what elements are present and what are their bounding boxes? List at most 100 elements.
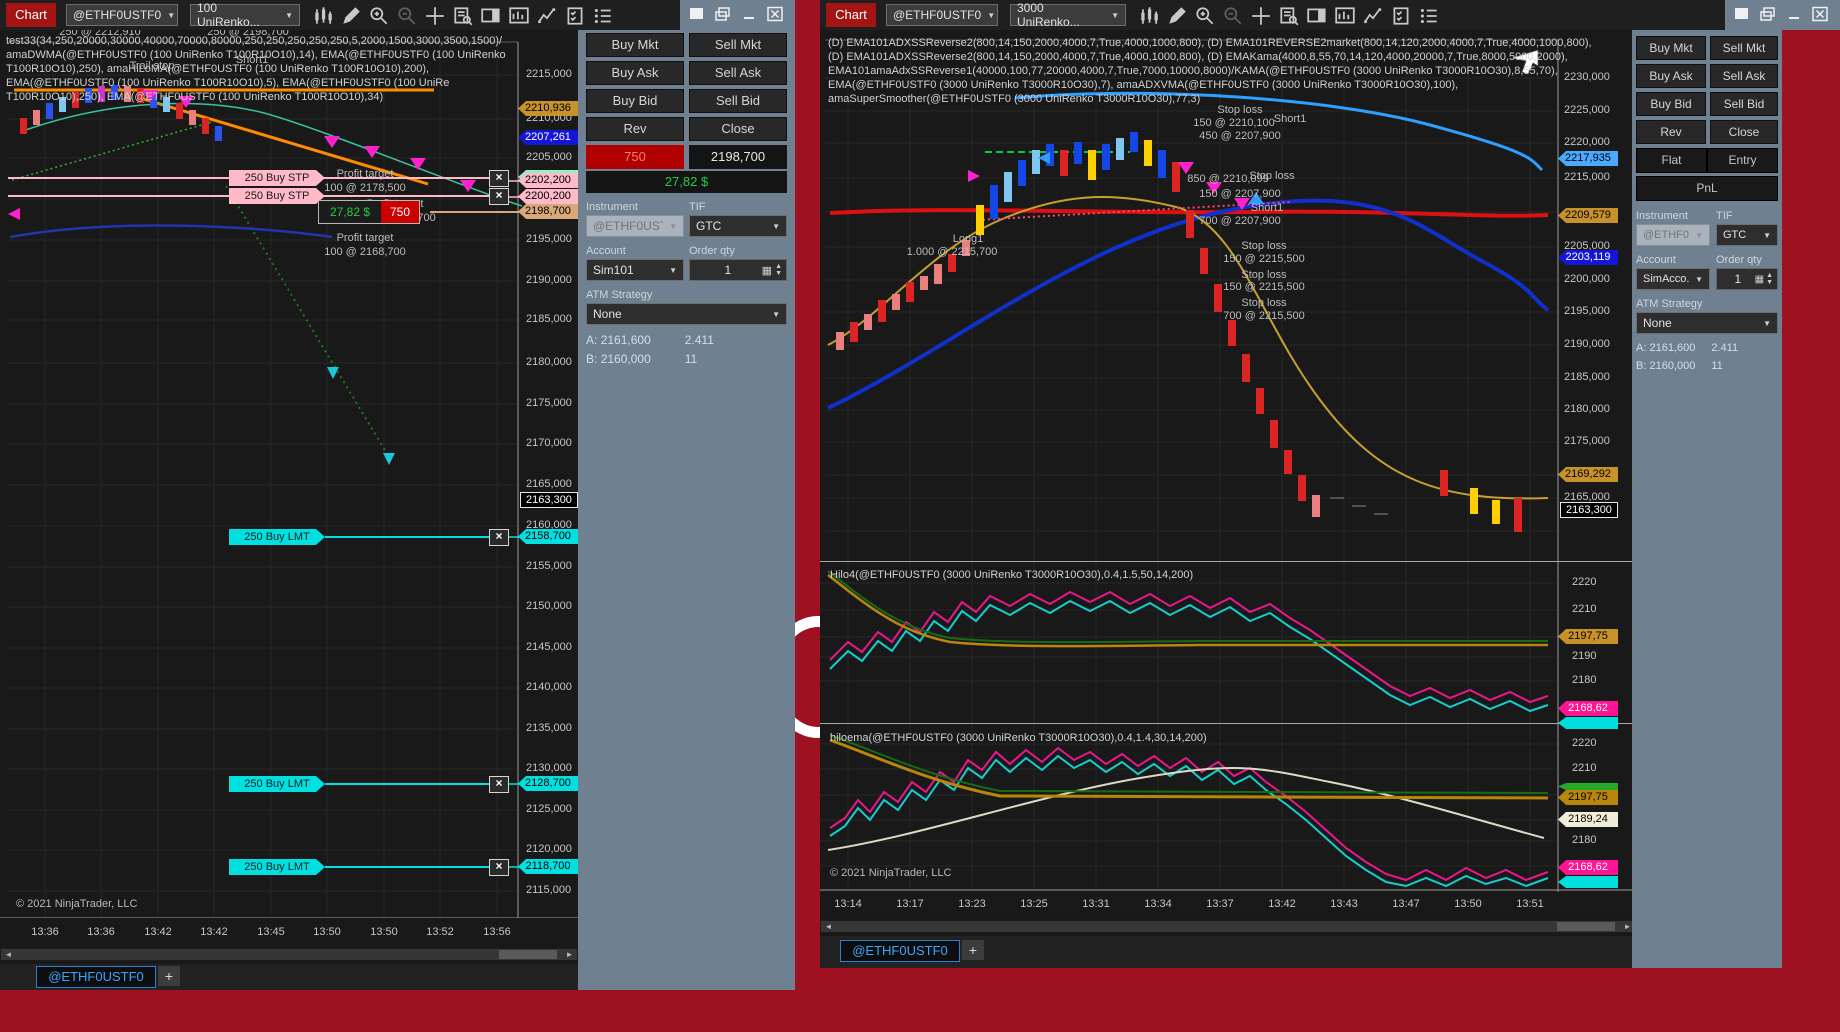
cancel-order-button[interactable]: × [489, 170, 509, 187]
sell-bid-button[interactable]: Sell Bid [1710, 92, 1778, 116]
right-chart-area[interactable]: (D) EMA101ADXSSReverse2(800,14,150,2000,… [820, 30, 1636, 892]
instrument-tab[interactable]: @ETHF0USTF0 [36, 966, 156, 988]
ask-row: A: 2161,600 2.411 [586, 333, 714, 347]
sell-ask-button[interactable]: Sell Ask [689, 61, 787, 85]
left-horizontal-scrollbar[interactable]: ◄ ► [0, 948, 578, 961]
instrument-tab[interactable]: @ETHF0USTF0 [840, 940, 960, 962]
qty-up-icon[interactable]: ▲ [1766, 272, 1773, 279]
tif-selector[interactable]: GTC ▼ [1716, 224, 1778, 246]
atm-strategy-selector[interactable]: None ▼ [1636, 312, 1778, 334]
entry-button[interactable]: Entry [1707, 148, 1778, 173]
buy-limit-order-label[interactable]: 250 Buy LMT [229, 776, 325, 792]
qty-down-icon[interactable]: ▼ [1766, 279, 1773, 286]
zoom-in-icon[interactable] [368, 5, 390, 25]
restore-icon[interactable] [1759, 6, 1777, 22]
left-period-select[interactable]: 100 UniRenko... ▼ [190, 1, 300, 29]
account-selector[interactable]: SimAcco... ▼ [1636, 268, 1710, 290]
chart-style-icon[interactable] [312, 5, 334, 25]
close-icon[interactable] [766, 6, 784, 22]
scrollbar-thumb[interactable] [1557, 922, 1615, 931]
order-qty-input[interactable]: 1 ▦ ▲ ▼ [1716, 268, 1778, 290]
indicators-icon[interactable] [1334, 5, 1356, 25]
flat-button[interactable]: Flat [1636, 148, 1707, 173]
price-tag-pink: 2200,200 [518, 189, 578, 204]
cancel-order-button[interactable]: × [489, 529, 509, 546]
panel-divider[interactable] [820, 561, 1636, 562]
left-instrument-select[interactable]: @ETHF0USTF0 ▼ [66, 4, 178, 26]
minimize-icon[interactable] [740, 6, 758, 22]
crosshair-icon[interactable] [1250, 5, 1272, 25]
minimize-icon[interactable] [1785, 6, 1803, 22]
properties-icon[interactable] [592, 5, 614, 25]
properties-icon[interactable] [1418, 5, 1440, 25]
left-window-title: Chart [6, 3, 56, 27]
pnl-button[interactable]: PnL [1636, 176, 1778, 201]
atm-strategy-selector[interactable]: None ▼ [586, 303, 787, 325]
reverse-button[interactable]: Rev [1636, 120, 1706, 144]
data-box-icon[interactable] [1278, 5, 1300, 26]
draw-tool-icon[interactable] [340, 5, 362, 25]
cancel-order-button[interactable]: × [489, 859, 509, 876]
qty-down-icon[interactable]: ▼ [775, 270, 782, 277]
zoom-in-icon[interactable] [1194, 5, 1216, 25]
buy-ask-button[interactable]: Buy Ask [586, 61, 684, 85]
calculator-icon[interactable]: ▦ [762, 264, 772, 277]
indicators-icon[interactable] [508, 5, 530, 25]
cancel-order-button[interactable]: × [489, 776, 509, 793]
scroll-left-icon[interactable]: ◄ [822, 921, 835, 932]
right-period-select[interactable]: 3000 UniRenko... ▼ [1010, 1, 1126, 29]
restore-icon[interactable] [714, 6, 732, 22]
reverse-button[interactable]: Rev [586, 117, 684, 141]
order-panel-icon[interactable] [480, 5, 502, 25]
buy-mkt-button[interactable]: Buy Mkt [1636, 36, 1706, 60]
add-tab-button[interactable]: + [962, 940, 984, 960]
buy-bid-button[interactable]: Buy Bid [586, 89, 684, 113]
buy-mkt-button[interactable]: Buy Mkt [586, 33, 684, 57]
zoom-out-icon[interactable] [1222, 5, 1244, 25]
left-chart-window: Chart @ETHF0USTF0 ▼ 100 UniRenko... ▼ te… [0, 0, 795, 990]
price-tag-cyan: 2158,700 [518, 529, 578, 544]
buy-stop-order-label[interactable]: 250 Buy STP [229, 188, 325, 204]
sell-ask-button[interactable]: Sell Ask [1710, 64, 1778, 88]
price-tick: 2210 [1572, 762, 1597, 774]
buy-ask-button[interactable]: Buy Ask [1636, 64, 1706, 88]
buy-limit-order-label[interactable]: 250 Buy LMT [229, 529, 325, 545]
buy-limit-order-label[interactable]: 250 Buy LMT [229, 859, 325, 875]
data-box-icon[interactable] [452, 5, 474, 26]
scroll-left-icon[interactable]: ◄ [2, 949, 15, 960]
panel-divider[interactable] [820, 723, 1636, 724]
crosshair-icon[interactable] [424, 5, 446, 25]
order-qty-input[interactable]: 1 ▦ ▲ ▼ [689, 259, 787, 281]
maximize-icon[interactable] [1733, 6, 1751, 22]
draw-tool-icon[interactable] [1166, 5, 1188, 25]
drawing-objects-icon[interactable] [1362, 5, 1384, 25]
strategy-analyzer-icon[interactable] [564, 5, 586, 25]
qty-up-icon[interactable]: ▲ [775, 263, 782, 270]
left-titlebar: Chart @ETHF0USTF0 ▼ 100 UniRenko... ▼ [0, 0, 795, 30]
calculator-icon[interactable]: ▦ [1755, 274, 1764, 285]
close-position-button[interactable]: Close [689, 117, 787, 141]
right-instrument-select[interactable]: @ETHF0USTF0 ▼ [886, 4, 998, 26]
chart-style-icon[interactable] [1138, 5, 1160, 25]
close-icon[interactable] [1811, 6, 1829, 22]
buy-stop-order-label[interactable]: 250 Buy STP [229, 170, 325, 186]
account-selector[interactable]: Sim101 ▼ [586, 259, 684, 281]
scroll-right-icon[interactable]: ► [563, 949, 576, 960]
sell-mkt-button[interactable]: Sell Mkt [1710, 36, 1778, 60]
right-horizontal-scrollbar[interactable]: ◄ ► [820, 920, 1636, 933]
close-position-button[interactable]: Close [1710, 120, 1778, 144]
order-panel-icon[interactable] [1306, 5, 1328, 25]
scrollbar-thumb[interactable] [499, 950, 557, 959]
add-tab-button[interactable]: + [158, 966, 180, 986]
strategy-analyzer-icon[interactable] [1390, 5, 1412, 25]
tif-selector[interactable]: GTC ▼ [689, 215, 787, 237]
price-tick: 2215,000 [1564, 171, 1610, 183]
left-chart-area[interactable]: test33(34,250,20000,30000,40000,70000,80… [0, 30, 578, 918]
sell-mkt-button[interactable]: Sell Mkt [689, 33, 787, 57]
buy-bid-button[interactable]: Buy Bid [1636, 92, 1706, 116]
maximize-icon[interactable] [688, 6, 706, 22]
sell-bid-button[interactable]: Sell Bid [689, 89, 787, 113]
drawing-objects-icon[interactable] [536, 5, 558, 25]
cancel-order-button[interactable]: × [489, 188, 509, 205]
zoom-out-icon[interactable] [396, 5, 418, 25]
